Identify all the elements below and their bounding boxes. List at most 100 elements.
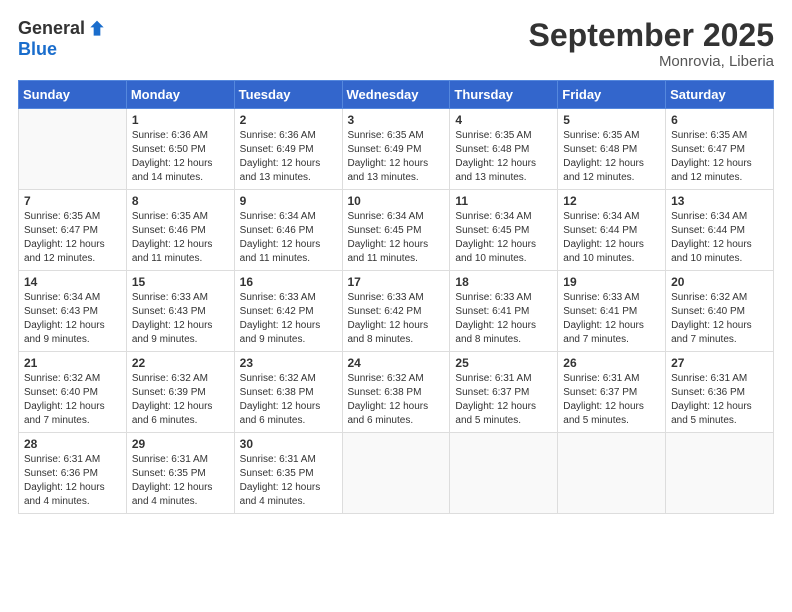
day-number-21: 21: [24, 356, 121, 370]
day-number-2: 2: [240, 113, 337, 127]
day-info-22: Sunrise: 6:32 AM Sunset: 6:39 PM Dayligh…: [132, 372, 229, 428]
calendar-cell-w1-d6: 5 Sunrise: 6:35 AM Sunset: 6:48 PM Daylig…: [558, 109, 666, 190]
day-number-4: 4: [455, 113, 552, 127]
calendar-cell-w2-d7: 13 Sunrise: 6:34 AM Sunset: 6:44 PM Dayli…: [666, 190, 774, 271]
calendar-cell-w2-d2: 8 Sunrise: 6:35 AM Sunset: 6:46 PM Daylig…: [126, 190, 234, 271]
day-info-1: Sunrise: 6:36 AM Sunset: 6:50 PM Dayligh…: [132, 129, 229, 185]
calendar-cell-w2-d6: 12 Sunrise: 6:34 AM Sunset: 6:44 PM Dayli…: [558, 190, 666, 271]
calendar-cell-w4-d5: 25 Sunrise: 6:31 AM Sunset: 6:37 PM Dayli…: [450, 352, 558, 433]
logo-icon: [87, 19, 107, 39]
day-info-4: Sunrise: 6:35 AM Sunset: 6:48 PM Dayligh…: [455, 129, 552, 185]
day-info-14: Sunrise: 6:34 AM Sunset: 6:43 PM Dayligh…: [24, 291, 121, 347]
header-friday: Friday: [558, 81, 666, 109]
day-number-18: 18: [455, 275, 552, 289]
calendar-cell-w3-d5: 18Sunrise: 6:33 AM Sunset: 6:41 PM Dayli…: [450, 271, 558, 352]
header-thursday: Thursday: [450, 81, 558, 109]
calendar-cell-w4-d2: 22 Sunrise: 6:32 AM Sunset: 6:39 PM Dayli…: [126, 352, 234, 433]
day-info-30: Sunrise: 6:31 AM Sunset: 6:35 PM Dayligh…: [240, 453, 337, 509]
calendar-cell-w2-d3: 9Sunrise: 6:34 AM Sunset: 6:46 PM Daylig…: [234, 190, 342, 271]
day-info-13: Sunrise: 6:34 AM Sunset: 6:44 PM Dayligh…: [671, 210, 768, 266]
calendar-cell-w2-d1: 7Sunrise: 6:35 AM Sunset: 6:47 PM Daylig…: [19, 190, 127, 271]
calendar-cell-w5-d5: [450, 433, 558, 514]
header: General Blue September 2025 Monrovia, Li…: [18, 18, 774, 70]
day-info-21: Sunrise: 6:32 AM Sunset: 6:40 PM Dayligh…: [24, 372, 121, 428]
calendar-cell-w5-d1: 28Sunrise: 6:31 AM Sunset: 6:36 PM Dayli…: [19, 433, 127, 514]
day-number-29: 29: [132, 437, 229, 451]
day-number-14: 14: [24, 275, 121, 289]
logo: General Blue: [18, 18, 107, 60]
calendar-cell-w5-d4: [342, 433, 450, 514]
week-row-1: 1 Sunrise: 6:36 AM Sunset: 6:50 PM Daylig…: [19, 109, 774, 190]
day-info-10: Sunrise: 6:34 AM Sunset: 6:45 PM Dayligh…: [348, 210, 445, 266]
day-number-7: 7: [24, 194, 121, 208]
day-number-3: 3: [348, 113, 445, 127]
calendar-cell-w5-d7: [666, 433, 774, 514]
day-info-3: Sunrise: 6:35 AM Sunset: 6:49 PM Dayligh…: [348, 129, 445, 185]
week-row-2: 7Sunrise: 6:35 AM Sunset: 6:47 PM Daylig…: [19, 190, 774, 271]
day-number-13: 13: [671, 194, 768, 208]
day-info-5: Sunrise: 6:35 AM Sunset: 6:48 PM Dayligh…: [563, 129, 660, 185]
day-info-6: Sunrise: 6:35 AM Sunset: 6:47 PM Dayligh…: [671, 129, 768, 185]
calendar-cell-w4-d7: 27Sunrise: 6:31 AM Sunset: 6:36 PM Dayli…: [666, 352, 774, 433]
day-number-16: 16: [240, 275, 337, 289]
calendar-table: Sunday Monday Tuesday Wednesday Thursday…: [18, 80, 774, 514]
header-sunday: Sunday: [19, 81, 127, 109]
week-row-3: 14 Sunrise: 6:34 AM Sunset: 6:43 PM Dayli…: [19, 271, 774, 352]
calendar-cell-w1-d3: 2 Sunrise: 6:36 AM Sunset: 6:49 PM Daylig…: [234, 109, 342, 190]
calendar-cell-w3-d1: 14 Sunrise: 6:34 AM Sunset: 6:43 PM Dayli…: [19, 271, 127, 352]
calendar-cell-w5-d2: 29 Sunrise: 6:31 AM Sunset: 6:35 PM Dayli…: [126, 433, 234, 514]
day-number-9: 9: [240, 194, 337, 208]
day-info-23: Sunrise: 6:32 AM Sunset: 6:38 PM Dayligh…: [240, 372, 337, 428]
day-info-8: Sunrise: 6:35 AM Sunset: 6:46 PM Dayligh…: [132, 210, 229, 266]
calendar-cell-w2-d4: 10Sunrise: 6:34 AM Sunset: 6:45 PM Dayli…: [342, 190, 450, 271]
calendar-cell-w1-d5: 4 Sunrise: 6:35 AM Sunset: 6:48 PM Daylig…: [450, 109, 558, 190]
header-wednesday: Wednesday: [342, 81, 450, 109]
day-number-25: 25: [455, 356, 552, 370]
calendar-cell-w1-d1: [19, 109, 127, 190]
calendar-cell-w4-d1: 21 Sunrise: 6:32 AM Sunset: 6:40 PM Dayli…: [19, 352, 127, 433]
calendar-cell-w5-d3: 30 Sunrise: 6:31 AM Sunset: 6:35 PM Dayli…: [234, 433, 342, 514]
day-number-28: 28: [24, 437, 121, 451]
day-info-24: Sunrise: 6:32 AM Sunset: 6:38 PM Dayligh…: [348, 372, 445, 428]
calendar-cell-w3-d6: 19 Sunrise: 6:33 AM Sunset: 6:41 PM Dayli…: [558, 271, 666, 352]
day-info-16: Sunrise: 6:33 AM Sunset: 6:42 PM Dayligh…: [240, 291, 337, 347]
day-info-27: Sunrise: 6:31 AM Sunset: 6:36 PM Dayligh…: [671, 372, 768, 428]
calendar-cell-w5-d6: [558, 433, 666, 514]
day-number-19: 19: [563, 275, 660, 289]
weekday-header-row: Sunday Monday Tuesday Wednesday Thursday…: [19, 81, 774, 109]
calendar-cell-w4-d6: 26Sunrise: 6:31 AM Sunset: 6:37 PM Dayli…: [558, 352, 666, 433]
day-number-26: 26: [563, 356, 660, 370]
day-number-11: 11: [455, 194, 552, 208]
day-number-17: 17: [348, 275, 445, 289]
day-number-20: 20: [671, 275, 768, 289]
calendar-cell-w1-d2: 1 Sunrise: 6:36 AM Sunset: 6:50 PM Daylig…: [126, 109, 234, 190]
day-info-20: Sunrise: 6:32 AM Sunset: 6:40 PM Dayligh…: [671, 291, 768, 347]
header-saturday: Saturday: [666, 81, 774, 109]
header-tuesday: Tuesday: [234, 81, 342, 109]
day-number-24: 24: [348, 356, 445, 370]
week-row-4: 21 Sunrise: 6:32 AM Sunset: 6:40 PM Dayli…: [19, 352, 774, 433]
calendar-cell-w3-d3: 16 Sunrise: 6:33 AM Sunset: 6:42 PM Dayli…: [234, 271, 342, 352]
day-number-6: 6: [671, 113, 768, 127]
calendar-cell-w2-d5: 11 Sunrise: 6:34 AM Sunset: 6:45 PM Dayli…: [450, 190, 558, 271]
day-info-25: Sunrise: 6:31 AM Sunset: 6:37 PM Dayligh…: [455, 372, 552, 428]
day-info-12: Sunrise: 6:34 AM Sunset: 6:44 PM Dayligh…: [563, 210, 660, 266]
day-number-30: 30: [240, 437, 337, 451]
day-number-8: 8: [132, 194, 229, 208]
location: Monrovia, Liberia: [529, 53, 774, 70]
calendar-cell-w4-d4: 24 Sunrise: 6:32 AM Sunset: 6:38 PM Dayli…: [342, 352, 450, 433]
day-info-29: Sunrise: 6:31 AM Sunset: 6:35 PM Dayligh…: [132, 453, 229, 509]
day-number-23: 23: [240, 356, 337, 370]
day-number-22: 22: [132, 356, 229, 370]
day-info-15: Sunrise: 6:33 AM Sunset: 6:43 PM Dayligh…: [132, 291, 229, 347]
day-info-19: Sunrise: 6:33 AM Sunset: 6:41 PM Dayligh…: [563, 291, 660, 347]
day-info-11: Sunrise: 6:34 AM Sunset: 6:45 PM Dayligh…: [455, 210, 552, 266]
day-number-12: 12: [563, 194, 660, 208]
day-number-15: 15: [132, 275, 229, 289]
calendar-cell-w3-d4: 17Sunrise: 6:33 AM Sunset: 6:42 PM Dayli…: [342, 271, 450, 352]
page: General Blue September 2025 Monrovia, Li…: [0, 0, 792, 612]
calendar-cell-w1-d4: 3 Sunrise: 6:35 AM Sunset: 6:49 PM Daylig…: [342, 109, 450, 190]
day-info-2: Sunrise: 6:36 AM Sunset: 6:49 PM Dayligh…: [240, 129, 337, 185]
day-number-1: 1: [132, 113, 229, 127]
day-number-5: 5: [563, 113, 660, 127]
